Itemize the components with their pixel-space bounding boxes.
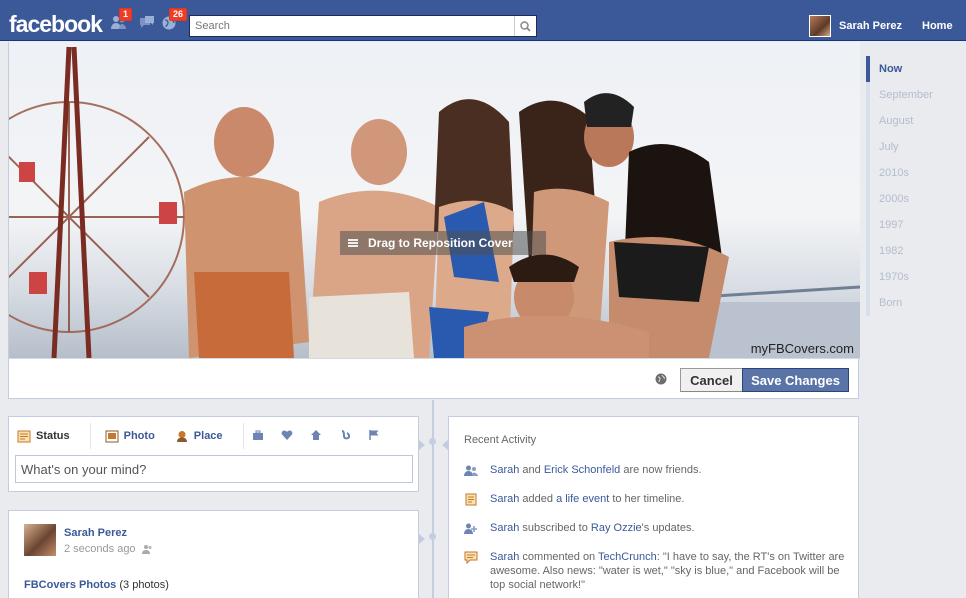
messages-icon[interactable]	[138, 14, 156, 30]
comment-icon	[464, 551, 478, 564]
album-link[interactable]: FBCovers Photos (3 photos)	[24, 579, 169, 591]
post-author[interactable]: Sarah Perez	[64, 527, 127, 539]
activity-text: subscribed to	[519, 522, 591, 534]
scrubber-item-1982[interactable]: 1982	[870, 238, 966, 264]
composer-tabs: Status Photo Place	[17, 422, 258, 450]
cover-watermark: myFBCovers.com	[750, 341, 854, 356]
scrubber-item-july[interactable]: July	[870, 134, 966, 160]
status-input[interactable]: What's on your mind?	[15, 455, 413, 483]
activity-target[interactable]: a life event	[556, 493, 609, 505]
scrubber-item-2000s[interactable]: 2000s	[870, 186, 966, 212]
drag-grip-icon	[348, 239, 358, 247]
scrubber-item-1997[interactable]: 1997	[870, 212, 966, 238]
place-icon	[176, 430, 187, 442]
friends-audience-icon[interactable]	[141, 544, 153, 554]
heart-icon[interactable]	[281, 429, 293, 441]
health-icon[interactable]	[339, 429, 351, 441]
activity-actor[interactable]: Sarah	[490, 493, 519, 505]
search-icon	[520, 20, 531, 32]
activity-text: commented on	[519, 551, 599, 563]
cover-photo-art	[9, 46, 860, 358]
home-icon[interactable]	[310, 429, 322, 441]
composer-pointer	[418, 439, 425, 451]
search-box	[189, 15, 537, 37]
album-title: FBCovers Photos	[24, 579, 117, 591]
friend-requests-icon[interactable]: 1	[110, 8, 133, 30]
activity-target[interactable]: Erick Schonfeld	[544, 464, 620, 476]
profile-link[interactable]: Sarah Perez	[809, 15, 902, 37]
activity-item: Sarah subscribed to Ray Ozzie's updates.	[464, 521, 849, 535]
privacy-globe-icon[interactable]	[655, 373, 667, 385]
recent-activity-title: Recent Activity	[464, 434, 537, 446]
profile-name: Sarah Perez	[839, 20, 902, 32]
activity-item: Sarah added a life event to her timeline…	[464, 492, 849, 506]
photo-icon	[105, 430, 119, 442]
home-link[interactable]: Home	[922, 20, 953, 32]
activity-target[interactable]: Ray Ozzie	[591, 522, 642, 534]
scrubber-item-now[interactable]: Now	[866, 56, 966, 82]
status-icon	[17, 430, 31, 442]
activity-actor[interactable]: Sarah	[490, 551, 519, 563]
timeline-dot	[429, 533, 436, 540]
friends-icon	[464, 465, 478, 476]
timeline-post: Sarah Perez 2 seconds ago FBCovers Photo…	[8, 510, 425, 598]
timeline-scrubber: Now September August July 2010s 2000s 19…	[866, 56, 966, 316]
post-timestamp: 2 seconds ago	[64, 543, 153, 555]
tab-divider	[242, 423, 244, 449]
scrubber-item-2010s[interactable]: 2010s	[870, 160, 966, 186]
facebook-logo[interactable]: facebook	[9, 11, 103, 38]
life-event-icon	[465, 493, 477, 506]
tab-status-label: Status	[36, 430, 70, 442]
activity-actor[interactable]: Sarah	[490, 464, 519, 476]
scrubber-item-september[interactable]: September	[870, 82, 966, 108]
tab-status[interactable]: Status	[17, 430, 70, 443]
cancel-button[interactable]: Cancel	[680, 368, 743, 392]
activity-text: added	[519, 493, 557, 505]
activity-item: Sarah and Erick Schonfeld are now friend…	[464, 463, 849, 477]
cover-actions: Cancel Save Changes	[9, 358, 860, 399]
activity-actor[interactable]: Sarah	[490, 522, 519, 534]
tab-place[interactable]: Place	[175, 430, 223, 443]
drag-label-text: Drag to Reposition Cover	[368, 236, 513, 250]
activity-item: Sarah commented on TechCrunch: "I have t…	[464, 550, 849, 592]
recent-activity: Recent Activity Sarah and Erick Schonfel…	[442, 416, 859, 598]
activity-text: and	[519, 464, 544, 476]
activity-text: are now friends.	[620, 464, 702, 476]
scrubber-item-born[interactable]: Born	[870, 290, 966, 316]
save-changes-button[interactable]: Save Changes	[742, 368, 849, 392]
cover-photo[interactable]: Drag to Reposition Cover myFBCovers.com	[9, 42, 860, 358]
notifications-badge: 26	[169, 8, 188, 21]
scrubber-item-1970s[interactable]: 1970s	[870, 264, 966, 290]
status-composer: Status Photo Place What's on your mind?	[8, 416, 425, 492]
activity-target[interactable]: TechCrunch	[598, 551, 657, 563]
timeline-spine	[432, 400, 434, 598]
cover-card: Drag to Reposition Cover myFBCovers.com …	[8, 42, 860, 399]
timeline-dot	[429, 438, 436, 445]
drag-to-reposition-label[interactable]: Drag to Reposition Cover	[340, 231, 546, 255]
tab-place-label: Place	[193, 430, 223, 442]
tab-photo-label: Photo	[123, 430, 155, 442]
search-input[interactable]	[190, 16, 510, 36]
notifications-globe-icon[interactable]: 26	[160, 8, 188, 30]
recent-pointer	[442, 439, 449, 451]
tab-photo[interactable]: Photo	[105, 430, 155, 443]
avatar[interactable]	[24, 524, 56, 556]
post-pointer	[418, 533, 425, 545]
activity-text: 's updates.	[641, 522, 695, 534]
post-time-text[interactable]: 2 seconds ago	[64, 543, 136, 555]
avatar	[809, 15, 831, 37]
search-button[interactable]	[514, 16, 536, 36]
scrubber-item-august[interactable]: August	[870, 108, 966, 134]
friend-requests-badge: 1	[119, 8, 133, 21]
subscribe-icon	[464, 523, 477, 534]
tab-divider	[89, 423, 91, 449]
work-icon[interactable]	[252, 429, 264, 441]
flag-icon[interactable]	[368, 429, 380, 441]
album-count: (3 photos)	[119, 579, 169, 591]
top-bar: facebook 1 26 Sarah Perez Home	[0, 0, 966, 41]
life-event-icons	[252, 429, 397, 441]
activity-text: to her timeline.	[609, 493, 685, 505]
